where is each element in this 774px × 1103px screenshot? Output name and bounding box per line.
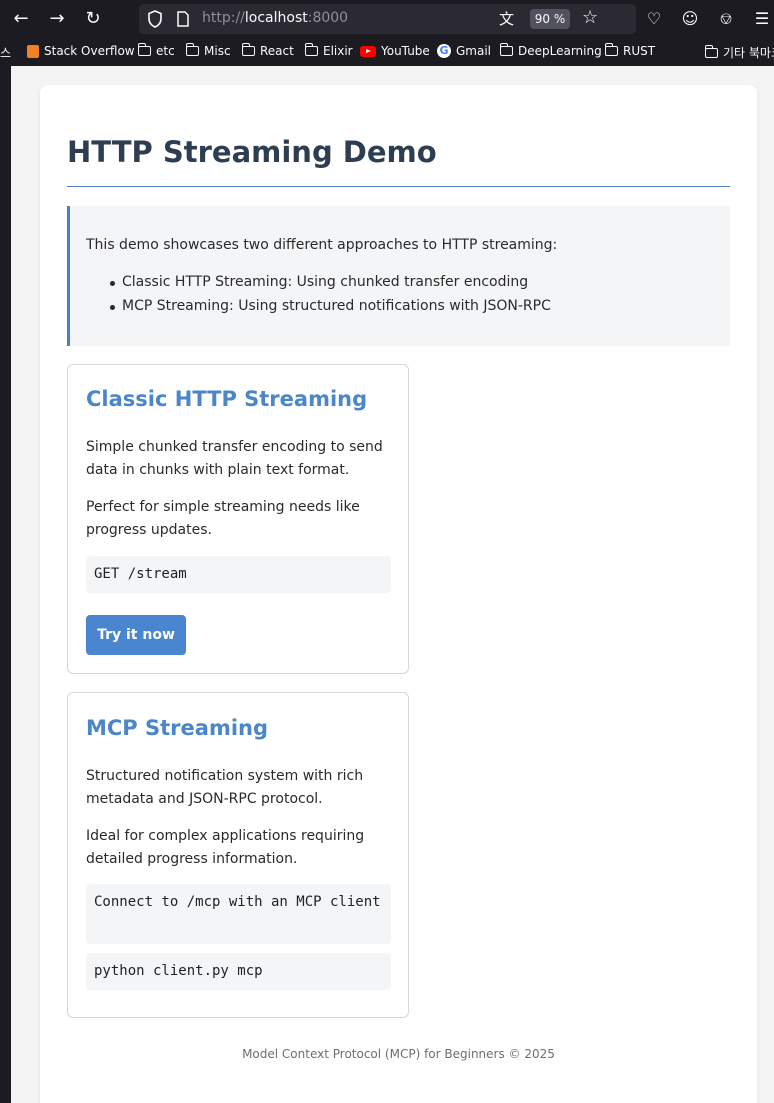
card-description: Perfect for simple streaming needs like … (86, 499, 360, 538)
page-icon (177, 11, 189, 27)
google-icon: G (437, 44, 451, 58)
bookmark-label: Misc (204, 44, 231, 58)
card-title: MCP Streaming (86, 716, 269, 740)
folder-icon (241, 43, 255, 56)
bookmark-folder-misc[interactable]: Misc (185, 43, 231, 58)
url-port: :8000 (307, 10, 349, 26)
intro-text: This demo showcases two different approa… (86, 237, 558, 253)
bookmark-folder-deeplearning[interactable]: DeepLearning (499, 43, 602, 58)
intro-list-item: MCP Streaming: Using structured notifica… (110, 298, 551, 314)
bookmark-label: 스 (0, 46, 12, 60)
page-footer: Model Context Protocol (MCP) for Beginne… (242, 1047, 555, 1061)
browser-toolbar: ← → ↻ http://localhost:8000 文 90 % ☆ ♡ ☺… (0, 0, 774, 38)
bookmark-label: Elixir (323, 44, 353, 58)
forward-arrow-icon[interactable]: → (44, 6, 70, 32)
bookmark-label: 기타 북마크 (723, 46, 774, 60)
folder-icon (185, 43, 199, 56)
bookmark-folder-etc[interactable]: etc (137, 43, 175, 58)
bookmark-label: Stack Overflow (44, 44, 135, 58)
card-description: Structured notification system with rich… (86, 768, 364, 807)
extensions-icon[interactable]: ⎊ (713, 6, 739, 32)
bookmark-folder-react[interactable]: React (241, 43, 294, 58)
intro-box: This demo showcases two different approa… (67, 206, 730, 346)
title-divider (67, 186, 730, 187)
page-title: HTTP Streaming Demo (67, 135, 437, 169)
zoom-level-badge[interactable]: 90 % (530, 9, 570, 29)
menu-icon[interactable]: ☰ (749, 6, 774, 32)
bookmark-label: Gmail (456, 44, 492, 58)
bookmark-label: etc (156, 44, 175, 58)
shield-icon (148, 10, 162, 28)
pocket-icon[interactable]: ♡ (641, 6, 667, 32)
mcp-streaming-card: MCP Streaming Structured notification sy… (67, 692, 409, 1018)
folder-icon (704, 44, 718, 58)
url-bar[interactable]: http://localhost:8000 文 90 % ☆ (139, 4, 636, 34)
card-description: Ideal for complex applications requiring… (86, 828, 365, 867)
bookmark-item[interactable]: 스 (0, 44, 11, 61)
bookmark-youtube[interactable]: YouTube (360, 44, 430, 58)
bookmark-stackoverflow[interactable]: Stack Overflow (27, 44, 135, 58)
stackoverflow-icon (27, 44, 39, 58)
code-snippet: GET /stream (86, 556, 391, 593)
bookmark-folder-other[interactable]: 기타 북마크 (704, 44, 774, 61)
folder-icon (304, 43, 318, 56)
account-icon[interactable]: ☺ (677, 6, 703, 32)
url-text[interactable]: http://localhost:8000 (202, 10, 348, 26)
bookmark-label: RUST (623, 44, 656, 58)
sidebar-strip (0, 66, 11, 1103)
url-scheme: http:// (202, 10, 245, 26)
folder-icon (604, 43, 618, 56)
bookmark-gmail[interactable]: G Gmail (437, 44, 491, 58)
bookmark-folder-rust[interactable]: RUST (604, 43, 656, 58)
youtube-icon (360, 45, 376, 57)
bookmarks-bar: 스 Stack Overflow etc Misc React Elixir Y… (0, 38, 774, 66)
translate-icon[interactable]: 文 (499, 8, 514, 29)
intro-list-item: Classic HTTP Streaming: Using chunked tr… (109, 274, 529, 290)
try-it-now-button[interactable]: Try it now (86, 615, 186, 655)
bookmark-label: DeepLearning (518, 44, 602, 58)
url-host: localhost (244, 10, 308, 26)
bookmark-label: React (260, 44, 294, 58)
classic-streaming-card: Classic HTTP Streaming Simple chunked tr… (67, 364, 409, 674)
folder-icon (499, 43, 513, 56)
bookmark-label: YouTube (381, 44, 430, 58)
card-title: Classic HTTP Streaming (86, 387, 368, 411)
card-description: Simple chunked transfer encoding to send… (86, 439, 383, 478)
code-snippet: Connect to /mcp with an MCP client (86, 884, 391, 944)
bookmark-folder-elixir[interactable]: Elixir (304, 43, 353, 58)
code-snippet: python client.py mcp (86, 953, 391, 990)
bookmark-star-icon[interactable]: ☆ (582, 7, 598, 28)
reload-icon[interactable]: ↻ (80, 6, 106, 32)
folder-icon (137, 43, 151, 56)
back-arrow-icon[interactable]: ← (8, 6, 34, 32)
